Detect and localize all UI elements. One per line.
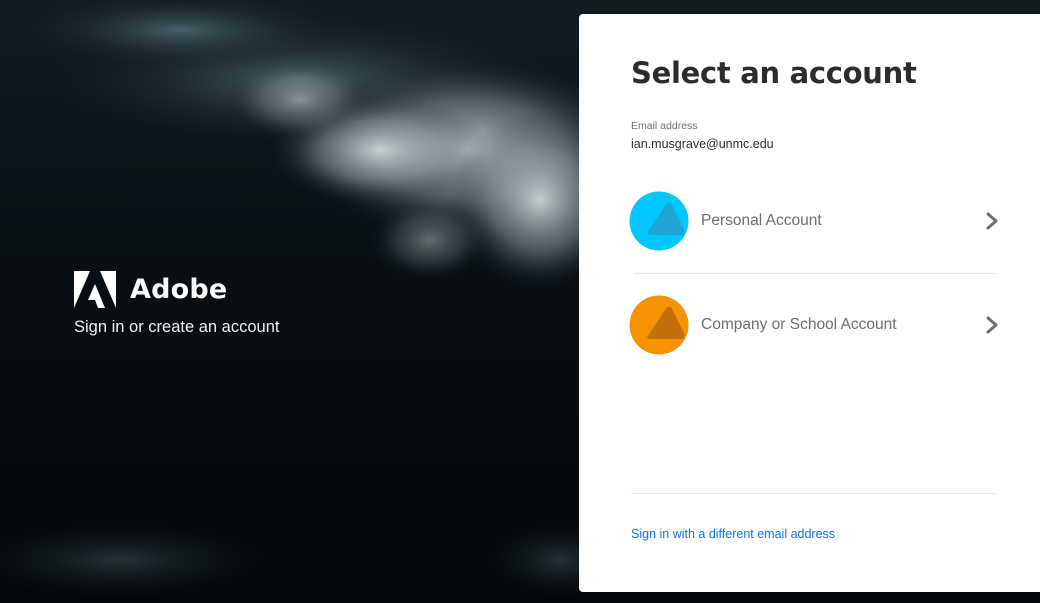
personal-account-option[interactable]: Personal Account: [629, 189, 1001, 253]
email-label: Email address: [631, 120, 698, 132]
company-account-option[interactable]: Company or School Account: [629, 293, 1001, 357]
brand-tagline: Sign in or create an account: [74, 318, 280, 336]
page-title: Select an account: [631, 56, 917, 90]
email-value: ian.musgrave@unmc.edu: [631, 137, 774, 151]
divider: [631, 493, 997, 494]
divider: [634, 273, 996, 274]
brand-name: Adobe: [130, 273, 228, 305]
different-email-link[interactable]: Sign in with a different email address: [631, 527, 835, 541]
brand-block: Adobe Sign in or create an account: [74, 270, 279, 337]
chevron-right-icon: [986, 212, 998, 230]
adobe-logo-icon: [74, 270, 116, 308]
company-account-label: Company or School Account: [701, 316, 897, 333]
brand-row: Adobe: [74, 270, 279, 308]
account-card: Select an account Email address ian.musg…: [579, 14, 1040, 592]
personal-account-label: Personal Account: [701, 212, 822, 229]
chevron-right-icon: [986, 316, 998, 334]
personal-account-icon: [629, 191, 689, 251]
company-account-icon: [629, 295, 689, 355]
